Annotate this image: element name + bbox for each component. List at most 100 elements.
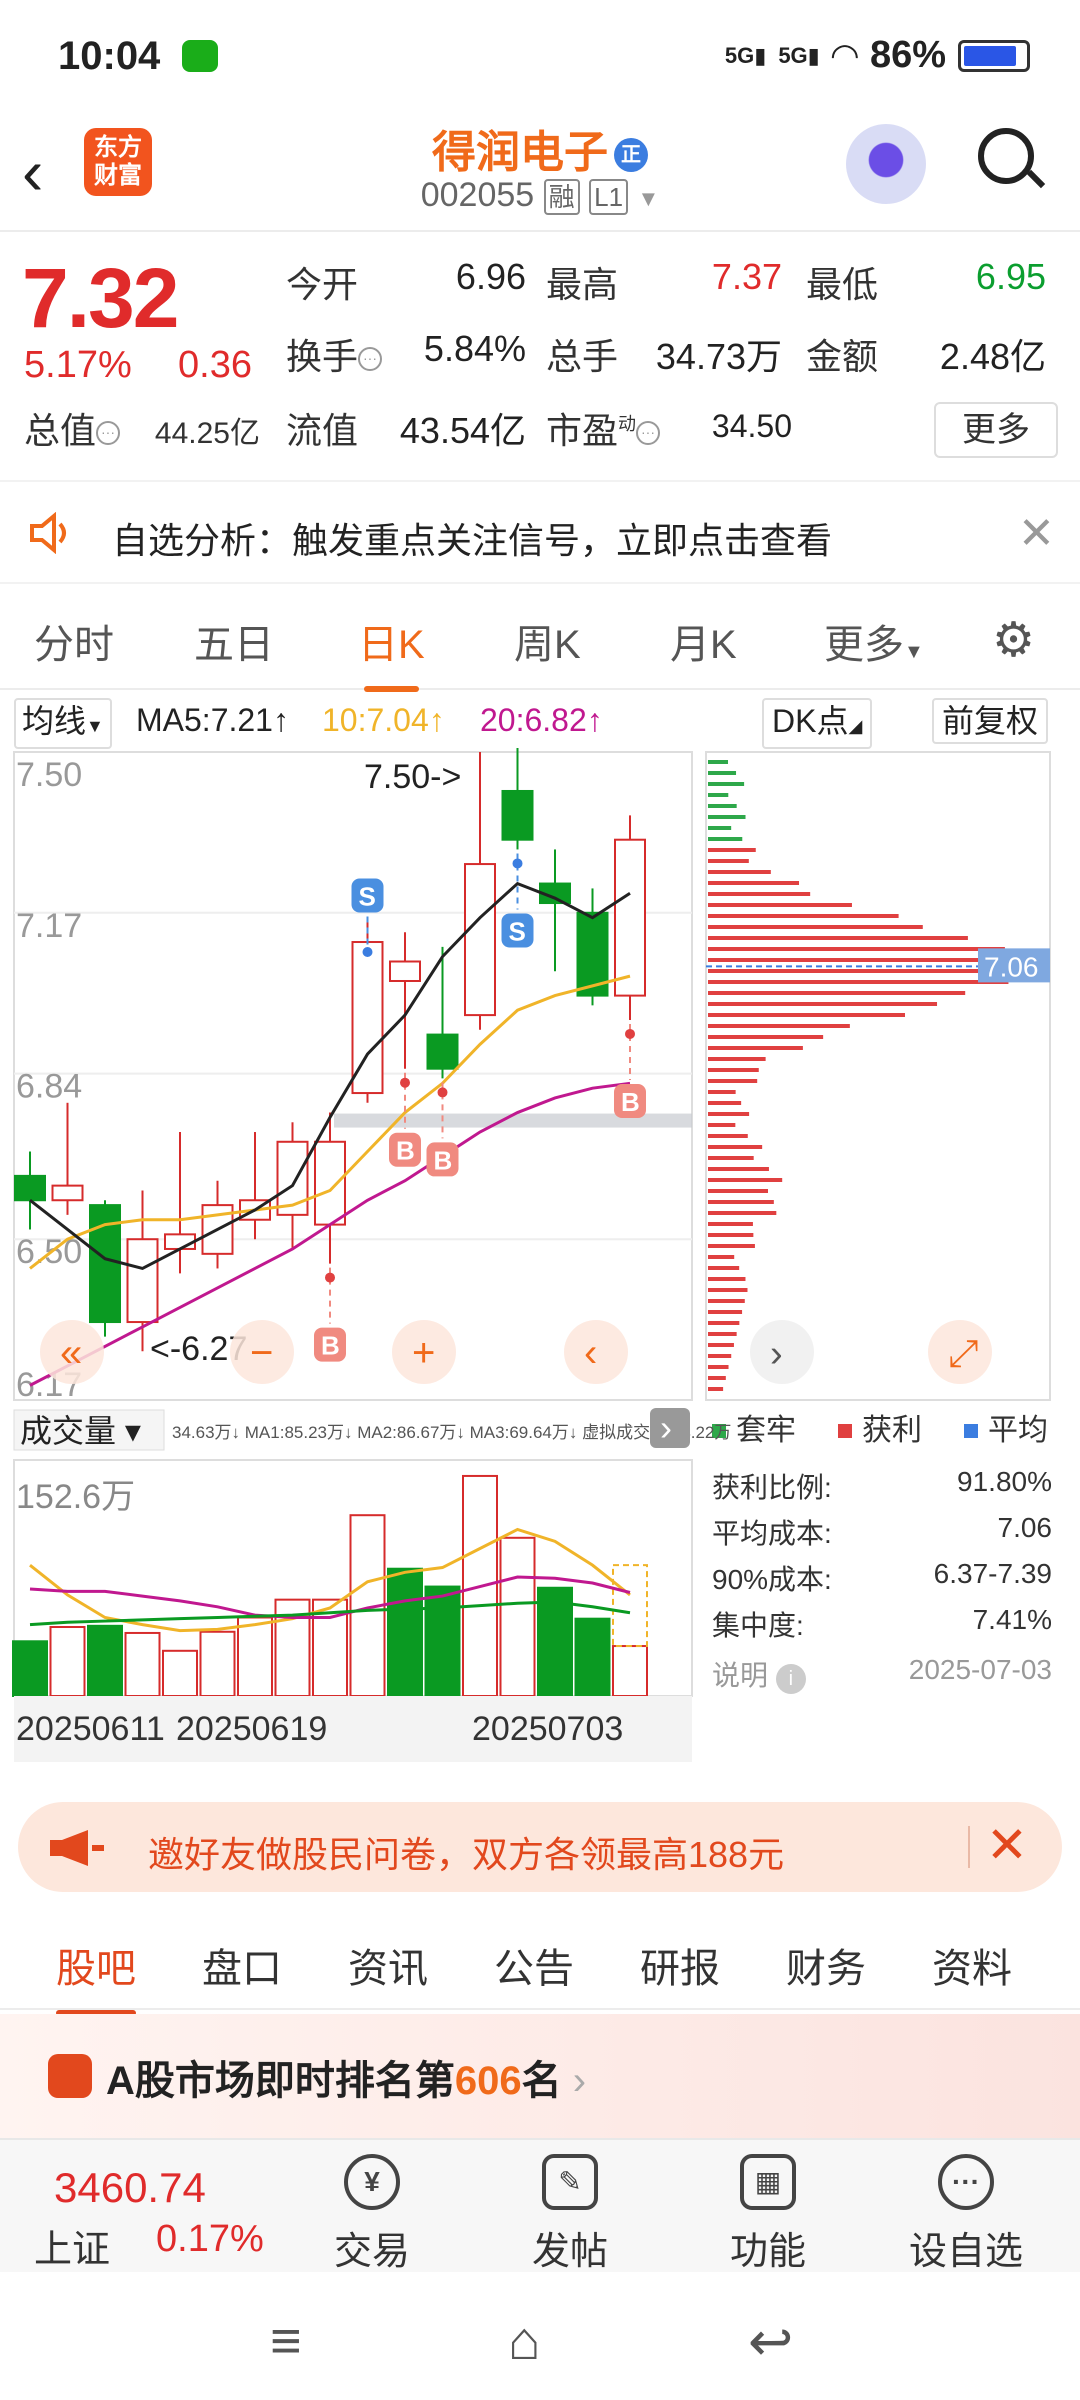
legend-swatch: [838, 1424, 852, 1438]
candle-body[interactable]: [464, 863, 496, 1017]
back-nav-icon[interactable]: ↩: [748, 2310, 793, 2373]
overlay-button-glyph: «: [60, 1331, 82, 1375]
amount-label: 金额: [806, 336, 879, 377]
signal-letter: B: [396, 1136, 415, 1166]
tab-announcements[interactable]: 公告: [494, 1936, 574, 1994]
tab-profile[interactable]: 资料: [932, 1936, 1012, 1994]
tab-news[interactable]: 资讯: [348, 1936, 428, 1994]
date-tick-label: 20250619: [176, 1710, 327, 1748]
signal-icon-2: 5G▮: [778, 42, 820, 68]
tab-weekly-k[interactable]: 周K: [514, 612, 581, 670]
volume-bar: [162, 1649, 198, 1697]
chip-note[interactable]: 说明: [712, 1660, 768, 1691]
index-value[interactable]: 3460.74: [54, 2164, 206, 2212]
dk-point-button[interactable]: DK点◢: [762, 698, 873, 749]
tab-more[interactable]: 更多▼: [824, 612, 924, 670]
signal-letter: B: [434, 1145, 453, 1175]
turnover-label: 换手 ···: [286, 328, 383, 380]
rank-banner[interactable]: A股市场即时排名第606名 ›: [0, 2014, 1080, 2138]
candle-body[interactable]: [164, 1233, 196, 1250]
info-icon[interactable]: ···: [358, 347, 383, 372]
chevron-down-icon: ▼: [637, 186, 660, 211]
volume-max-label: 152.6万: [16, 1478, 135, 1516]
high-label: 最高: [546, 264, 619, 305]
notice-bar[interactable]: 自选分析：触发重点关注信号，立即点击查看 ✕: [0, 480, 1080, 584]
candle-body[interactable]: [126, 1238, 159, 1324]
candle-body[interactable]: [14, 1174, 46, 1202]
battery-icon: [958, 39, 1030, 72]
home-icon[interactable]: ⌂: [508, 2310, 541, 2372]
adjust-mode-button[interactable]: 前复权: [932, 698, 1049, 744]
legend-label: 平均: [988, 1414, 1048, 1447]
tab-research[interactable]: 研报: [640, 1936, 720, 1994]
gear-icon[interactable]: ⚙: [992, 612, 1035, 668]
nav-functions[interactable]: ▦ 功能: [698, 2154, 838, 2275]
pe-value: 34.50: [711, 408, 792, 444]
volume-bar: [237, 1616, 273, 1698]
ma20-readout: 20:6.82↑: [480, 702, 603, 738]
tab-intraday[interactable]: 分时: [34, 612, 114, 670]
megaphone-icon: [50, 1830, 104, 1866]
high-value: 7.37: [711, 256, 782, 297]
candle-body[interactable]: [51, 1184, 84, 1202]
info-icon[interactable]: i: [775, 1664, 806, 1694]
chip-date: 2025-07-03: [908, 1654, 1052, 1685]
nav-post[interactable]: ✎ 发帖: [500, 2154, 640, 2275]
level-tag: L1: [589, 179, 629, 216]
candle-body[interactable]: [389, 960, 421, 982]
info-icon[interactable]: ···: [96, 421, 121, 446]
assistant-robot-icon[interactable]: [846, 124, 926, 204]
close-icon[interactable]: ✕: [1018, 508, 1055, 559]
more-button[interactable]: 更多: [934, 402, 1058, 458]
nav-trade[interactable]: ¥ 交易: [302, 2154, 442, 2275]
search-icon[interactable]: [978, 128, 1046, 192]
menu-icon[interactable]: ≡: [270, 2310, 302, 2372]
candle-body[interactable]: [501, 789, 534, 841]
open-label: 今开: [286, 264, 359, 305]
notice-text: 自选分析：触发重点关注信号，立即点击查看: [112, 520, 833, 561]
volume-bar: [87, 1624, 123, 1697]
speaker-icon: [30, 512, 66, 554]
ma5-readout: MA5:7.21↑: [136, 702, 289, 738]
candle-body[interactable]: [426, 1033, 459, 1070]
signal-dot: [625, 1028, 635, 1039]
signal-dot: [325, 1272, 335, 1283]
info-icon[interactable]: ···: [636, 421, 661, 446]
last-price: 7.32: [22, 251, 179, 345]
max-price-annotation: 7.50->: [364, 758, 461, 796]
signal-dot: [400, 1077, 410, 1088]
chevron-right-icon: ›: [660, 1407, 672, 1448]
tab-orderbook[interactable]: 盘口: [202, 1936, 282, 1994]
ma10-readout: 10:7.04↑: [322, 702, 445, 738]
y-tick-label: 7.50: [16, 756, 82, 794]
stock-header: ‹ 东方 财富 得润电子正 002055 融 L1 ▼: [0, 110, 1080, 230]
date-tick-label: 20250611: [16, 1710, 165, 1748]
promo-banner[interactable]: 邀好友做股民问卷，双方各领最高188元 ✕: [18, 1802, 1062, 1892]
candle-body[interactable]: [314, 1140, 346, 1226]
tab-daily-k[interactable]: 日K: [358, 612, 425, 692]
signal-icon-1: 5G▮: [724, 42, 767, 68]
volume-bar: [499, 1536, 536, 1697]
volume-bar: [12, 1640, 48, 1698]
more-dots-icon: ···: [938, 2154, 994, 2210]
kline-chart-area[interactable]: 7.50 7.17 6.84 6.50 6.17 7.50-> <-6.27 S S B B B B «−…: [0, 748, 1080, 1782]
signal-dot: [437, 1087, 448, 1098]
tab-forum[interactable]: 股吧: [56, 1936, 136, 2016]
clock: 10:04: [58, 34, 161, 78]
float-value: 43.54亿: [399, 410, 526, 451]
tab-monthly-k[interactable]: 月K: [670, 612, 737, 670]
candle-body[interactable]: [614, 838, 646, 997]
chip-panel-frame: [705, 751, 1051, 1401]
y-tick-label: 6.84: [16, 1068, 82, 1106]
kline-tabs: 分时 五日 日K 周K 月K 更多▼: [0, 584, 1080, 692]
tab-five-day[interactable]: 五日: [194, 612, 274, 670]
volume-bar: [124, 1631, 161, 1697]
rank-text: A股市场即时排名第606名 ›: [106, 2059, 587, 2103]
nav-add-watchlist[interactable]: ··· 设自选: [896, 2154, 1036, 2275]
low-value: 6.95: [975, 256, 1046, 297]
indicator-select[interactable]: 均线▼: [14, 698, 112, 749]
change-amount: 0.36: [178, 344, 252, 386]
promo-text: 邀好友做股民问卷，双方各领最高188元: [148, 1834, 785, 1875]
close-icon[interactable]: ✕: [986, 1816, 1028, 1874]
tab-financials[interactable]: 财务: [786, 1936, 866, 1994]
